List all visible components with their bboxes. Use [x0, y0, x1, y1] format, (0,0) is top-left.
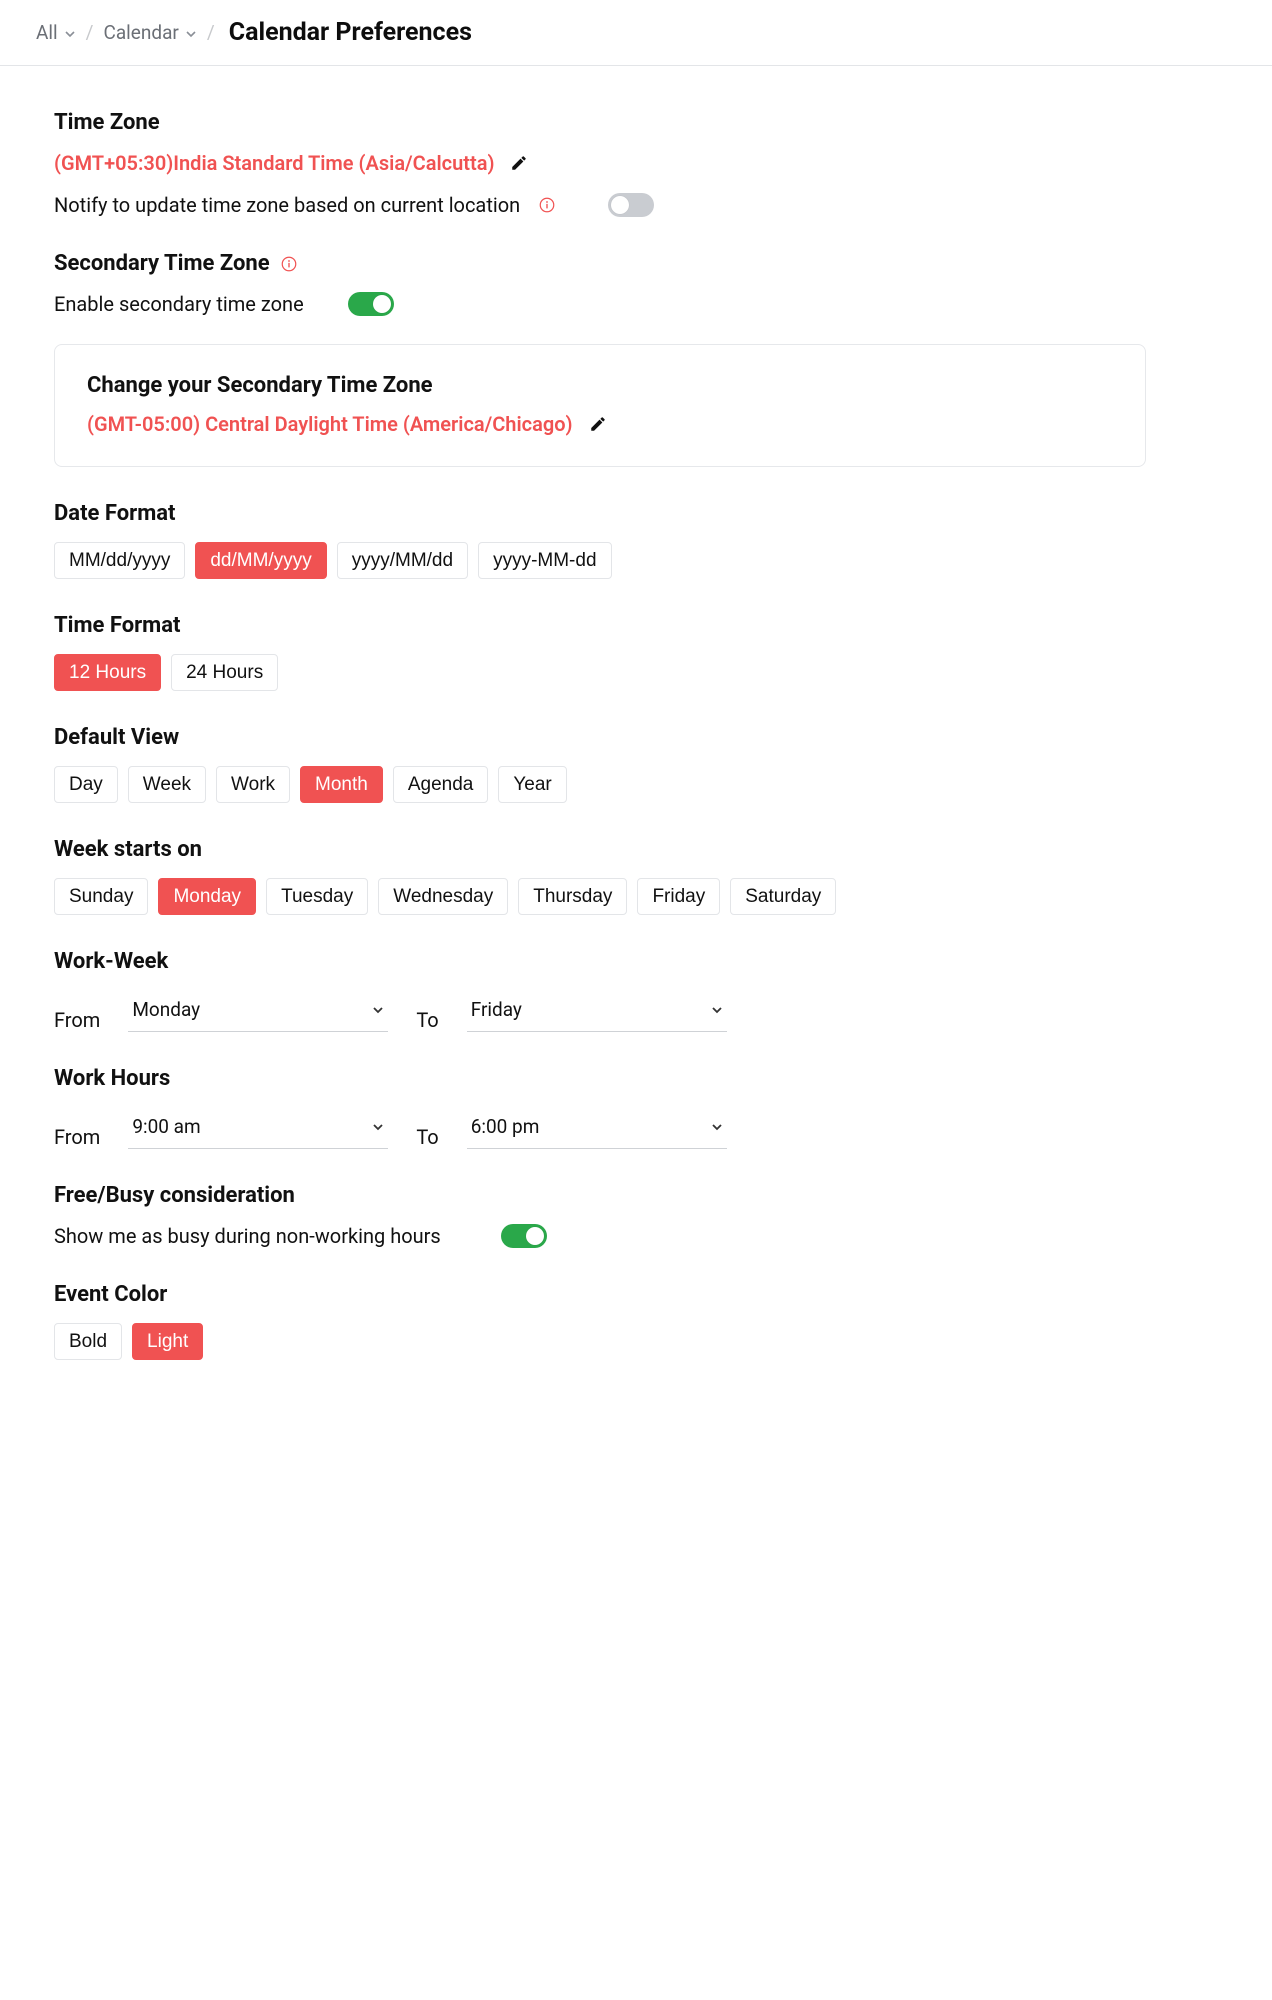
secondary-tz-card-heading: Change your Secondary Time Zone — [87, 373, 1113, 398]
breadcrumb-separator: / — [207, 21, 215, 44]
default-view-option[interactable]: Week — [128, 766, 206, 803]
free-busy-label: Show me as busy during non-working hours — [54, 1224, 441, 1248]
chevron-down-icon — [185, 28, 197, 40]
week-starts-option[interactable]: Thursday — [518, 878, 627, 915]
time-format-options: 12 Hours 24 Hours — [54, 654, 1146, 691]
default-view-options: Day Week Work Month AgendaYear — [54, 766, 1146, 803]
breadcrumb-calendar[interactable]: Calendar — [103, 21, 196, 44]
event-color-options: Bold Light — [54, 1323, 1146, 1360]
secondary-tz-link[interactable]: (GMT-05:00) Central Daylight Time (Ameri… — [87, 412, 573, 436]
free-busy-toggle[interactable] — [501, 1224, 547, 1248]
default-view-option[interactable]: Day — [54, 766, 118, 803]
section-free-busy-heading: Free/Busy consideration — [54, 1183, 1146, 1208]
default-view-option[interactable]: Work — [216, 766, 290, 803]
chevron-down-icon — [372, 1121, 384, 1133]
free-busy-row: Show me as busy during non-working hours — [54, 1224, 1146, 1248]
time-zone-value: (GMT+05:30)India Standard Time (Asia/Cal… — [54, 151, 494, 175]
enable-secondary-tz-toggle[interactable] — [348, 292, 394, 316]
time-zone-link[interactable]: (GMT+05:30)India Standard Time (Asia/Cal… — [54, 151, 494, 175]
chevron-down-icon — [372, 1004, 384, 1016]
section-work-week-heading: Work-Week — [54, 949, 1146, 974]
section-time-zone-heading: Time Zone — [54, 110, 1146, 135]
section-date-format-heading: Date Format — [54, 501, 1146, 526]
work-hours-to-select[interactable]: 6:00 pm — [467, 1107, 727, 1149]
time-format-option[interactable]: 24 Hours — [171, 654, 278, 691]
time-zone-row: (GMT+05:30)India Standard Time (Asia/Cal… — [54, 151, 1146, 175]
chevron-down-icon — [711, 1004, 723, 1016]
section-default-view-heading: Default View — [54, 725, 1146, 750]
work-week-to-label: To — [416, 1008, 438, 1032]
work-week-from-label: From — [54, 1008, 100, 1032]
default-view-option[interactable]: Agenda — [393, 766, 489, 803]
enable-secondary-tz-row: Enable secondary time zone — [54, 292, 1146, 316]
date-format-option[interactable]: yyyy-MM-dd — [478, 542, 611, 579]
event-color-option[interactable]: Light — [132, 1323, 203, 1360]
breadcrumb-all[interactable]: All — [36, 21, 76, 44]
time-format-option[interactable]: 12 Hours — [54, 654, 161, 691]
week-starts-option[interactable]: Wednesday — [378, 878, 508, 915]
secondary-tz-card: Change your Secondary Time Zone (GMT-05:… — [54, 344, 1146, 467]
work-hours-from-value: 9:00 am — [132, 1115, 200, 1138]
week-starts-option[interactable]: Friday — [637, 878, 720, 915]
page-title: Calendar Preferences — [229, 18, 472, 47]
info-icon[interactable] — [280, 255, 298, 273]
work-hours-from-select[interactable]: 9:00 am — [128, 1107, 388, 1149]
date-format-option[interactable]: dd/MM/yyyy — [195, 542, 326, 579]
week-starts-option[interactable]: Sunday — [54, 878, 148, 915]
secondary-tz-heading-label: Secondary Time Zone — [54, 251, 270, 276]
section-time-format-heading: Time Format — [54, 613, 1146, 638]
week-starts-option[interactable]: Tuesday — [266, 878, 368, 915]
date-format-options: MM/dd/yyyy dd/MM/yyyy yyyy/MM/dd yyyy-MM-dd — [54, 542, 1146, 579]
default-view-option[interactable]: Month — [300, 766, 383, 803]
info-icon[interactable] — [538, 196, 556, 214]
breadcrumb-separator: / — [86, 21, 94, 44]
date-format-option[interactable]: yyyy/MM/dd — [337, 542, 468, 579]
date-format-option[interactable]: MM/dd/yyyy — [54, 542, 185, 579]
work-hours-to-label: To — [416, 1125, 438, 1149]
notify-time-zone-row: Notify to update time zone based on curr… — [54, 193, 1146, 217]
work-hours-row: From 9:00 am To 6:00 pm — [54, 1107, 1146, 1149]
chevron-down-icon — [711, 1121, 723, 1133]
notify-time-zone-toggle[interactable] — [608, 193, 654, 217]
event-color-option[interactable]: Bold — [54, 1323, 122, 1360]
pencil-edit-icon[interactable] — [510, 154, 528, 172]
work-week-row: From Monday To Friday — [54, 990, 1146, 1032]
breadcrumb-all-label: All — [36, 21, 58, 44]
section-secondary-tz-heading: Secondary Time Zone — [54, 251, 1146, 276]
breadcrumb: All / Calendar / Calendar Preferences — [0, 0, 1272, 66]
enable-secondary-tz-label: Enable secondary time zone — [54, 292, 304, 316]
default-view-option[interactable]: Year — [498, 766, 566, 803]
breadcrumb-calendar-label: Calendar — [103, 21, 178, 44]
week-starts-option[interactable]: Monday — [158, 878, 256, 915]
work-hours-to-value: 6:00 pm — [471, 1115, 540, 1138]
notify-time-zone-label: Notify to update time zone based on curr… — [54, 193, 520, 217]
section-work-hours-heading: Work Hours — [54, 1066, 1146, 1091]
secondary-tz-value: (GMT-05:00) Central Daylight Time (Ameri… — [87, 412, 573, 436]
week-starts-options: Sunday Monday Tuesday Wednesday Thursday Frid… — [54, 878, 1146, 915]
pencil-edit-icon[interactable] — [589, 415, 607, 433]
work-week-to-select[interactable]: Friday — [467, 990, 727, 1032]
work-week-to-value: Friday — [471, 998, 522, 1021]
week-starts-option[interactable]: Saturday — [730, 878, 836, 915]
work-week-from-select[interactable]: Monday — [128, 990, 388, 1032]
work-week-from-value: Monday — [132, 998, 200, 1021]
section-week-starts-on-heading: Week starts on — [54, 837, 1146, 862]
work-hours-from-label: From — [54, 1125, 100, 1149]
content: Time Zone (GMT+05:30)India Standard Time… — [0, 66, 1200, 1440]
chevron-down-icon — [64, 28, 76, 40]
section-event-color-heading: Event Color — [54, 1282, 1146, 1307]
